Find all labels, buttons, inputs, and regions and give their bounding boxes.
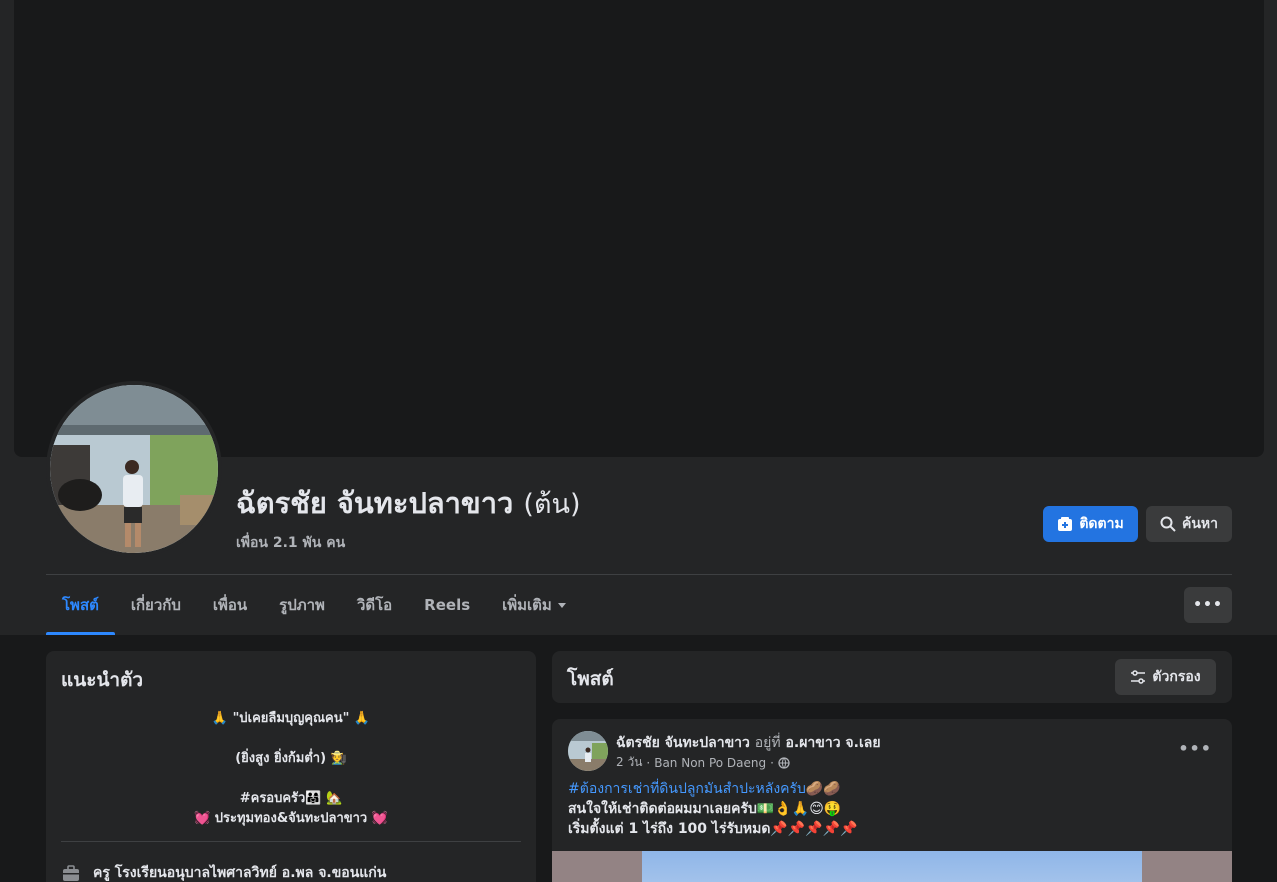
posts-header: โพสต์ ตัวกรอง: [552, 651, 1232, 703]
tab-about[interactable]: เกี่ยวกับ: [115, 575, 197, 635]
intro-bio: 🙏 "บ่เคยลืมบุญคุณคน" 🙏 (ยิ่งสูง ยิ่งก้มต…: [61, 709, 521, 829]
tab-reels[interactable]: Reels: [408, 575, 486, 635]
post-location[interactable]: อ.ผาขาว จ.เลย: [785, 735, 880, 751]
post-card: ฉัตรชัย จันทะปลาขาว อยู่ที่ อ.ผาขาว จ.เล…: [552, 719, 1232, 882]
bio-line: 💓 ประทุมทอง&จันทะปลาขาว 💓: [194, 811, 388, 826]
tab-friends[interactable]: เพื่อน: [197, 575, 263, 635]
tab-more-label: เพิ่มเติม: [502, 596, 552, 614]
filter-icon: [1131, 670, 1146, 684]
search-button[interactable]: ค้นหา: [1146, 506, 1232, 542]
profile-tabs: โพสต์ เกี่ยวกับ เพื่อน รูปภาพ วิดีโอ Ree…: [46, 575, 582, 635]
chevron-down-icon: [557, 603, 566, 608]
bio-line: (ยิ่งสูง ยิ่งก้มต่ำ) 🧑‍🌾: [235, 751, 347, 766]
profile-page: ฉัตรชัย จันทะปลาขาว (ต้น) เพื่อน 2.1 พัน…: [0, 0, 1277, 882]
globe-icon: [778, 756, 790, 769]
tab-more[interactable]: เพิ่มเติม: [486, 575, 582, 635]
post-author: ฉัตรชัย จันทะปลาขาว อยู่ที่ อ.ผาขาว จ.เล…: [616, 732, 881, 754]
profile-name-block: ฉัตรชัย จันทะปลาขาว (ต้น) เพื่อน 2.1 พัน…: [236, 480, 580, 554]
follow-icon: [1058, 517, 1073, 531]
more-dots-icon: •••: [1193, 597, 1223, 613]
post-image-photo: [642, 851, 1142, 882]
post-author-name[interactable]: ฉัตรชัย จันทะปลาขาว: [616, 735, 750, 751]
post-text-line: สนใจให้เช่าติดต่อผมมาเลยครับ💵👌🙏😊🤑: [568, 801, 842, 817]
search-label: ค้นหา: [1181, 516, 1219, 532]
intro-card: แนะนำตัว 🙏 "บ่เคยลืมบุญคุณคน" 🙏 (ยิ่งสูง…: [46, 651, 536, 882]
tab-videos[interactable]: วิดีโอ: [341, 575, 408, 635]
intro-divider: [61, 841, 521, 842]
post-place[interactable]: Ban Non Po Daeng: [654, 756, 766, 770]
post-body: #ต้องการเช่าที่ดินปลูกมันสำปะหลังครับ🥔🥔 …: [568, 779, 858, 839]
post-image[interactable]: [552, 851, 1232, 882]
profile-header: ฉัตรชัย จันทะปลาขาว (ต้น) เพื่อน 2.1 พัน…: [0, 0, 1277, 635]
follow-button[interactable]: ติดตาม: [1043, 506, 1138, 542]
post-time[interactable]: 2 วัน: [616, 753, 642, 772]
briefcase-icon: [63, 865, 79, 881]
friends-count[interactable]: เพื่อน 2.1 พัน คน: [236, 532, 580, 554]
profile-name-text: ฉัตรชัย จันทะปลาขาว: [236, 486, 514, 520]
bio-line: 🙏 "บ่เคยลืมบุญคุณคน" 🙏: [211, 711, 371, 726]
profile-more-button[interactable]: •••: [1184, 587, 1232, 623]
post-options-button[interactable]: •••: [1178, 739, 1212, 758]
profile-name: ฉัตรชัย จันทะปลาขาว (ต้น): [236, 480, 580, 526]
post-hashtag[interactable]: #ต้องการเช่าที่ดินปลูกมันสำปะหลังครับ🥔🥔: [568, 779, 858, 799]
bio-line[interactable]: #ครอบครัว👨‍👩‍👧 🏡: [61, 789, 521, 809]
work-text[interactable]: ครู โรงเรียนอนุบาลไพศาลวิทย์ อ.พล จ.ขอนแ…: [93, 862, 386, 882]
post-at-text: อยู่ที่: [754, 735, 781, 751]
post-text-line: เริ่มตั้งแต่ 1 ไร่ถึง 100 ไร่รับหมด📌📌📌📌📌: [568, 821, 858, 837]
more-dots-icon: •••: [1178, 739, 1212, 758]
filter-label: ตัวกรอง: [1152, 669, 1201, 685]
avatar-photo: [50, 385, 218, 553]
intro-title: แนะนำตัว: [61, 669, 144, 691]
post-avatar-photo: [568, 731, 608, 771]
post-author-avatar[interactable]: [568, 731, 608, 771]
search-icon: [1160, 516, 1176, 532]
posts-title: โพสต์: [567, 668, 614, 690]
filter-button[interactable]: ตัวกรอง: [1115, 659, 1216, 695]
profile-avatar[interactable]: [46, 381, 222, 557]
tab-posts[interactable]: โพสต์: [46, 575, 115, 635]
post-meta: 2 วัน · Ban Non Po Daeng ·: [616, 753, 790, 772]
profile-nickname: (ต้น): [523, 489, 581, 520]
cover-photo[interactable]: [14, 0, 1264, 457]
intro-work-item: ครู โรงเรียนอนุบาลไพศาลวิทย์ อ.พล จ.ขอนแ…: [61, 862, 521, 882]
meta-separator: ·: [646, 755, 651, 770]
meta-separator: ·: [770, 755, 774, 770]
follow-label: ติดตาม: [1079, 516, 1124, 532]
tab-photos[interactable]: รูปภาพ: [263, 575, 341, 635]
